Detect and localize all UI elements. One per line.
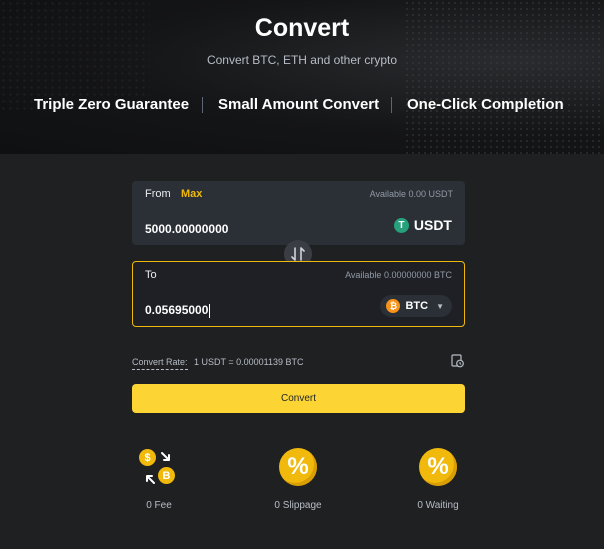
from-amount-input[interactable]: 5000.00000000 [145,222,228,236]
feature-triple-zero: Triple Zero Guarantee [34,96,190,113]
to-amount-input[interactable]: 0.05695000 [145,303,211,318]
from-panel: From Max Available 0.00 USDT 5000.000000… [132,181,465,245]
usdt-icon: T [393,217,409,233]
text-cursor [209,303,211,318]
perk-label: 0 Waiting [417,500,459,511]
page-title: Convert [254,14,350,42]
from-available-balance: Available 0.00 USDT [369,189,453,199]
convert-rate: Convert Rate: 1 USDT = 0.00001139 BTC [132,357,304,370]
perk-label: 0 Slippage [274,500,322,511]
convert-rate-label[interactable]: Convert Rate: [132,357,188,370]
feature-divider [202,97,203,113]
chevron-down-icon: ▼ [436,301,444,311]
hero-banner: Convert Convert BTC, ETH and other crypt… [0,0,604,154]
feature-small-amount: Small Amount Convert [218,96,380,113]
from-coin-label: USDT [413,217,452,233]
feature-divider [391,97,392,113]
from-label: From [145,188,171,200]
bitcoin-icon: ₿ [386,299,401,313]
feature-one-click: One-Click Completion [407,96,564,113]
to-coin-label: BTC [405,300,429,312]
to-available-balance: Available 0.00000000 BTC [345,270,452,280]
to-panel: To Available 0.00000000 BTC 0.05695000 ₿… [132,261,465,327]
to-amount-value: 0.05695000 [145,303,209,317]
to-coin-selector[interactable]: ₿ BTC ▼ [380,295,452,317]
to-label: To [145,269,157,281]
history-icon[interactable] [451,354,464,368]
percent-icon: % [279,448,317,486]
page-subtitle: Convert BTC, ETH and other crypto [206,53,398,67]
coin-exchange-icon: $ B [138,448,178,488]
convert-button[interactable]: Convert [132,384,465,413]
perk-label: 0 Fee [146,500,172,511]
feature-list: Triple Zero Guarantee Small Amount Conve… [0,96,604,116]
percent-icon: % [419,448,457,486]
max-button[interactable]: Max [181,188,202,200]
convert-rate-value: 1 USDT = 0.00001139 BTC [194,357,304,367]
swap-arrows-icon [291,247,305,261]
from-coin-selector[interactable]: T USDT [393,216,452,234]
